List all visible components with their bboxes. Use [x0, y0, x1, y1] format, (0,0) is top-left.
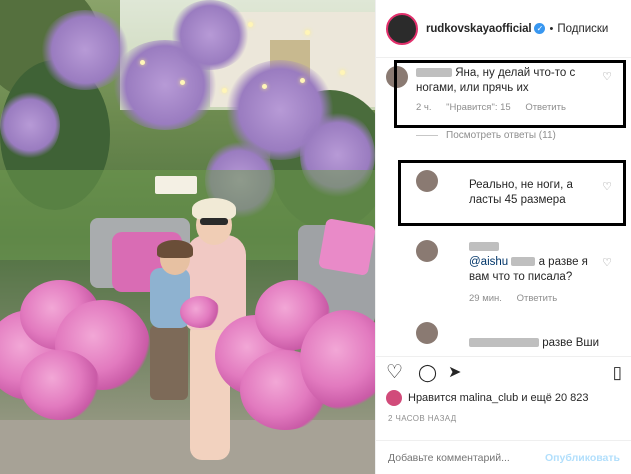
photo-lamp [140, 60, 145, 65]
add-comment-input[interactable] [388, 451, 546, 464]
comment-meta: 29 мин. Ответить [386, 293, 630, 304]
photo-lilac [0, 90, 60, 160]
post-header: rudkovskayaofficial ✓ • Подписки [376, 0, 631, 58]
follow-button[interactable]: Подписки [557, 23, 608, 35]
comment-item: @aishu а разве я вам что то писала? ♡ 29… [386, 240, 630, 304]
highlight-box [398, 160, 626, 226]
photo-hydrangea [180, 296, 220, 328]
likes-text: Нравится malina_club и ещё 20 823 [408, 392, 589, 404]
photo-child-hair [157, 240, 193, 258]
like-heart-icon[interactable]: ♡ [602, 256, 612, 269]
bookmark-icon[interactable]: ▯ [613, 363, 622, 383]
redacted-username [469, 338, 539, 348]
post-actions-bar: ♡ ◯ ➤ ▯ [376, 356, 631, 386]
photo-lamp [222, 88, 227, 93]
photo-hydrangea [20, 350, 100, 420]
photo-lamp [305, 30, 310, 35]
comment-icon[interactable]: ◯ [418, 363, 437, 383]
view-replies-line [416, 135, 438, 136]
comment-text: разве Вши [542, 337, 600, 349]
header-separator: • [549, 22, 554, 35]
commenter-avatar[interactable] [416, 240, 438, 262]
photo-child-legs [150, 325, 188, 400]
author-avatar[interactable] [386, 12, 418, 45]
photo-lamp [300, 78, 305, 83]
photo-lamp [262, 84, 267, 89]
view-replies-button[interactable]: Посмотреть ответы (11) [416, 130, 556, 141]
comments-panel: rudkovskayaofficial ✓ • Подписки Яна, ну… [375, 0, 631, 474]
commenter-avatar[interactable] [416, 322, 438, 344]
view-replies-label: Посмотреть ответы (11) [446, 130, 556, 141]
comment-time: 29 мин. [469, 293, 502, 304]
redacted-username [469, 242, 499, 252]
photo-sunglasses [200, 218, 228, 225]
verified-badge-icon: ✓ [534, 23, 546, 34]
likes-row[interactable]: Нравится malina_club и ещё 20 823 [386, 390, 589, 406]
photo-lamp [340, 70, 345, 75]
photo-candles [155, 176, 197, 194]
photo-woman-hair [192, 198, 236, 220]
photo-lamp [180, 80, 185, 85]
liker-avatar [386, 390, 402, 406]
comment-mention[interactable]: @aishu [469, 256, 508, 268]
post-timestamp: 2 ЧАСОВ НАЗАД [388, 414, 457, 423]
publish-button[interactable]: Опубликовать [545, 452, 620, 464]
heart-icon[interactable]: ♡ [386, 363, 403, 383]
photo-lilac [170, 0, 250, 70]
redacted-mention [511, 257, 536, 267]
photo-stones [0, 420, 375, 474]
share-icon[interactable]: ➤ [448, 363, 461, 383]
highlight-box [394, 60, 626, 128]
add-comment-bar: Опубликовать [376, 440, 631, 474]
post-photo[interactable] [0, 0, 375, 474]
author-username[interactable]: rudkovskayaofficial [426, 23, 532, 35]
comment-item: разве Вши [386, 322, 630, 351]
photo-lamp [248, 22, 253, 27]
reply-button[interactable]: Ответить [517, 293, 558, 304]
photo-pillow-right [318, 218, 375, 276]
